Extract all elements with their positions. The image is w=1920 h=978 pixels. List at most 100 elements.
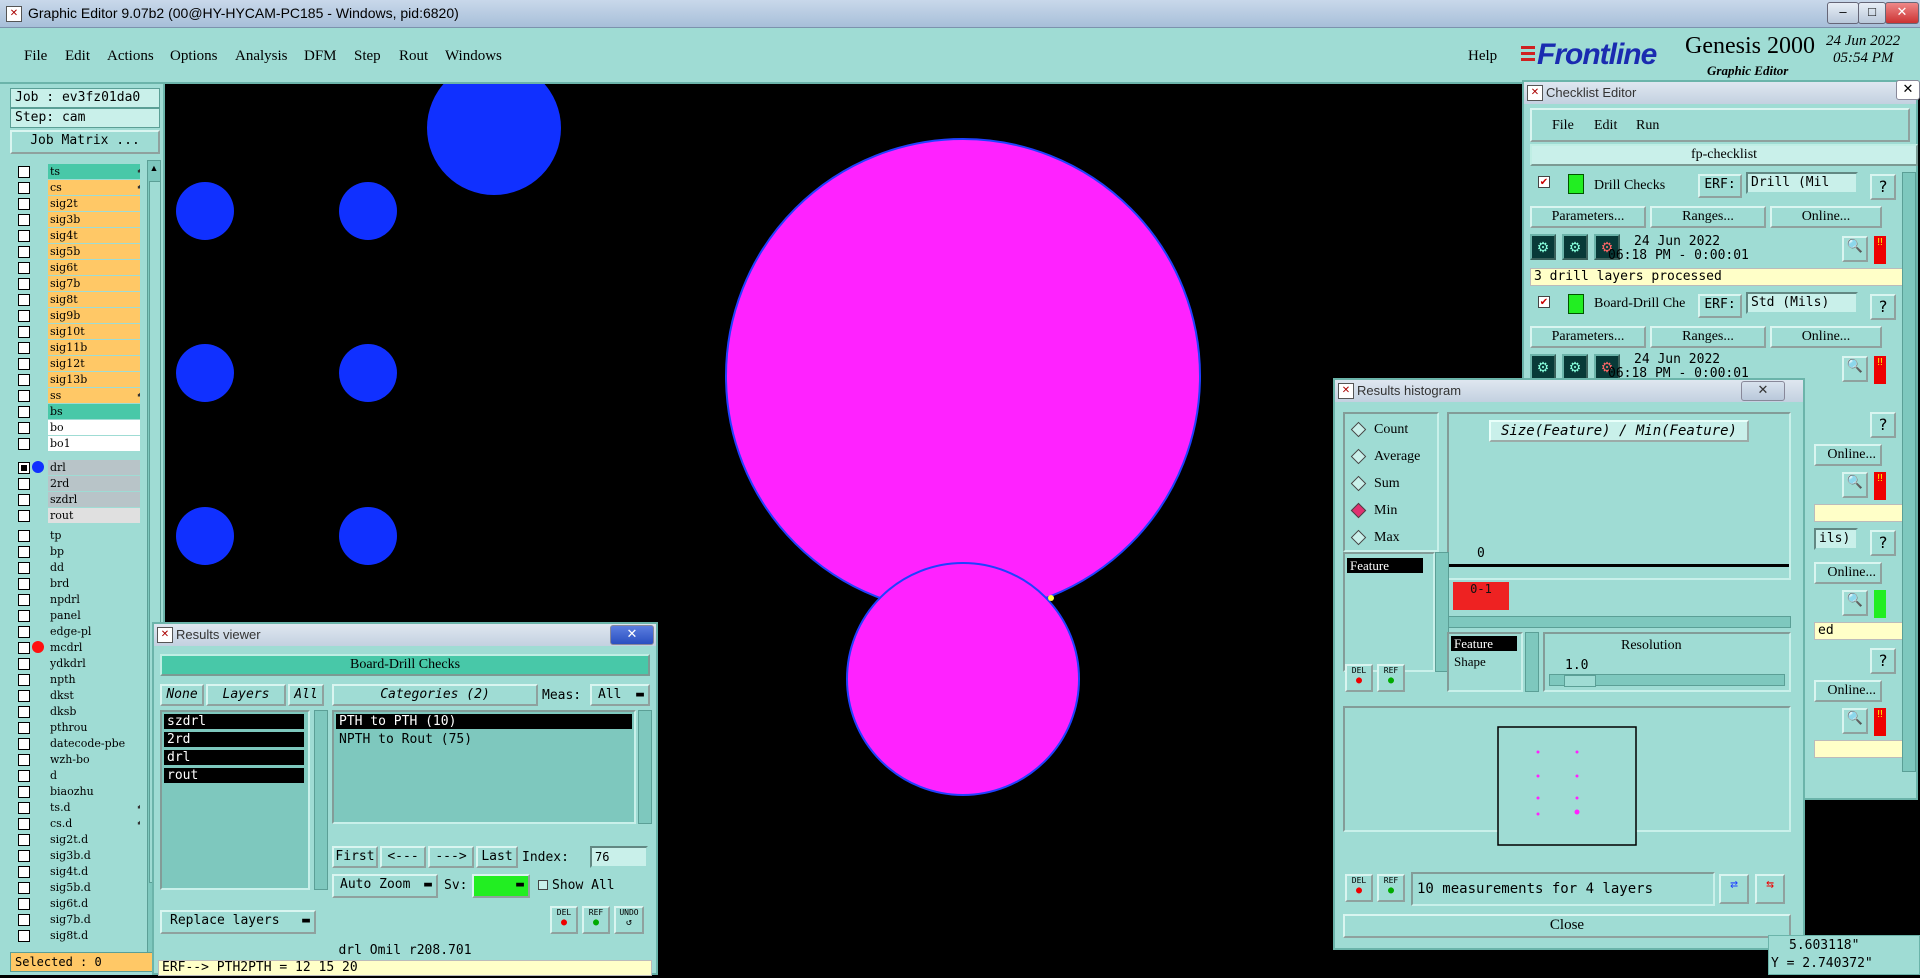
drill-pad[interactable] <box>427 61 561 195</box>
layer-checkbox[interactable] <box>18 422 30 434</box>
layer-name[interactable]: sig4t <box>48 228 140 243</box>
layer-row-mcdrl[interactable]: mcdrl <box>10 640 140 656</box>
menu-actions[interactable]: Actions <box>107 48 154 65</box>
layer-row-cs[interactable]: cs⬋ <box>10 180 140 196</box>
scroll-up-icon[interactable]: ▲ <box>149 163 159 173</box>
feature-listbox[interactable]: Feature <box>1343 552 1435 672</box>
menu-rout[interactable]: Rout <box>399 48 428 65</box>
layer-checkbox[interactable] <box>18 658 30 670</box>
layer-row-sig7b[interactable]: sig7b <box>10 276 140 292</box>
menu-step[interactable]: Step <box>354 48 381 65</box>
layer-checkbox[interactable] <box>18 546 30 558</box>
layer-checkbox[interactable] <box>18 642 30 654</box>
layer-checkbox[interactable] <box>18 786 30 798</box>
layer-row-edge-pl[interactable]: edge-pl <box>10 624 140 640</box>
layer-checkbox[interactable] <box>18 530 30 542</box>
layer-row-ts.d[interactable]: ts.d⬋ <box>10 800 140 816</box>
list-item[interactable]: rout <box>164 768 304 783</box>
run-all-icon[interactable]: ⚙ <box>1562 234 1588 260</box>
layer-checkbox[interactable] <box>18 866 30 878</box>
action-help-button[interactable]: ? <box>1870 174 1896 200</box>
layer-checkbox[interactable] <box>18 478 30 490</box>
checklist-menu-run[interactable]: Run <box>1636 118 1659 134</box>
layer-name[interactable]: mcdrl <box>48 640 140 655</box>
layer-row-sig10t[interactable]: sig10t <box>10 324 140 340</box>
histogram-close-button-bottom[interactable]: Close <box>1343 914 1791 938</box>
replace-layers-dropdown[interactable]: Replace layers ▬ <box>160 910 316 934</box>
layer-checkbox[interactable] <box>18 358 30 370</box>
layer-row-szdrl[interactable]: szdrl <box>10 492 140 508</box>
layer-row-sig6t[interactable]: sig6t <box>10 260 140 276</box>
parameters-button[interactable]: Parameters... <box>1530 206 1646 228</box>
histogram-close-button[interactable]: ✕ <box>1741 381 1785 401</box>
highlighted-drill-hole-large[interactable] <box>725 138 1201 614</box>
layer-name[interactable]: szdrl <box>48 492 140 507</box>
layer-checkbox[interactable] <box>18 326 30 338</box>
layer-row-sig6t.d[interactable]: sig6t.d <box>10 896 140 912</box>
layer-row-d[interactable]: d <box>10 768 140 784</box>
undo-button[interactable]: UNDO ↺ <box>614 906 644 934</box>
parameters-button[interactable]: Parameters... <box>1530 326 1646 348</box>
del-button[interactable]: DEL ● <box>550 906 578 934</box>
layer-checkbox[interactable] <box>18 214 30 226</box>
layer-row-panel[interactable]: panel <box>10 608 140 624</box>
results-viewer-close-button[interactable]: ✕ <box>610 625 654 645</box>
layer-name[interactable]: drl <box>48 460 140 475</box>
layer-row-ts[interactable]: ts⬋ <box>10 164 140 180</box>
layer-name[interactable]: dd <box>48 560 140 575</box>
all-layers-button[interactable]: All <box>288 684 324 706</box>
layer-checkbox[interactable] <box>18 182 30 194</box>
mode-average-radio[interactable]: Average <box>1350 449 1420 465</box>
drill-pad[interactable] <box>339 507 397 565</box>
report-icon[interactable]: ⇆ <box>1755 874 1785 904</box>
del-button[interactable]: DEL ● <box>1345 874 1373 902</box>
layer-row-ss[interactable]: ss⬋ <box>10 388 140 404</box>
zoom-icon[interactable]: 🔍 <box>1842 708 1868 734</box>
layer-checkbox[interactable] <box>18 690 30 702</box>
layer-name[interactable]: bp <box>48 544 140 559</box>
grouping-scrollbar[interactable] <box>1525 632 1539 692</box>
drill-pad[interactable] <box>176 182 234 240</box>
layer-checkbox[interactable] <box>18 802 30 814</box>
layer-row-rout[interactable]: rout <box>10 508 140 524</box>
online-button[interactable]: Online... <box>1814 680 1882 702</box>
layer-name[interactable]: sig10t <box>48 324 140 339</box>
layer-row-sig5b[interactable]: sig5b <box>10 244 140 260</box>
layer-checkbox[interactable] <box>18 310 30 322</box>
layer-row-biaozhu[interactable]: biaozhu <box>10 784 140 800</box>
layer-checkbox[interactable] <box>18 374 30 386</box>
layer-checkbox[interactable] <box>18 390 30 402</box>
list-item[interactable]: 2rd <box>164 732 304 747</box>
layer-checkbox[interactable] <box>18 610 30 622</box>
layer-name[interactable]: dkst <box>48 688 140 703</box>
next-button[interactable]: ---> <box>428 846 474 868</box>
menu-options[interactable]: Options <box>170 48 218 65</box>
layer-name[interactable]: bs <box>48 404 140 419</box>
ranges-button[interactable]: Ranges... <box>1650 206 1766 228</box>
checklist-close-button[interactable]: ✕ <box>1896 80 1920 100</box>
drill-pad[interactable] <box>339 344 397 402</box>
layer-row-tp[interactable]: tp <box>10 528 140 544</box>
previous-button[interactable]: <--- <box>380 846 426 868</box>
list-item[interactable]: Feature <box>1347 558 1423 573</box>
run-icon[interactable]: ⚙ <box>1530 234 1556 260</box>
layer-row-sig7b.d[interactable]: sig7b.d <box>10 912 140 928</box>
layer-name[interactable]: panel <box>48 608 140 623</box>
auto-zoom-dropdown[interactable]: Auto Zoom ▬ <box>332 874 438 898</box>
layer-name[interactable]: sig8t.d <box>48 928 140 943</box>
layer-row-dkst[interactable]: dkst <box>10 688 140 704</box>
layer-name[interactable]: bo <box>48 420 140 435</box>
layer-row-drl[interactable]: drl <box>10 460 140 476</box>
highlighted-drill-hole-small[interactable] <box>846 562 1080 796</box>
layer-name[interactable]: sig7b.d <box>48 912 140 927</box>
layer-name[interactable]: ts⬋ <box>48 164 140 179</box>
layer-checkbox[interactable] <box>18 770 30 782</box>
layer-checkbox[interactable] <box>18 406 30 418</box>
layer-checkbox[interactable] <box>18 230 30 242</box>
layer-row-sig11b[interactable]: sig11b <box>10 340 140 356</box>
layer-row-sig3b.d[interactable]: sig3b.d <box>10 848 140 864</box>
layer-name[interactable]: biaozhu <box>48 784 140 799</box>
erf-value[interactable]: ils) <box>1814 528 1858 550</box>
grouping-listbox[interactable]: Feature Shape <box>1447 632 1523 692</box>
layer-name[interactable]: sig3b <box>48 212 140 227</box>
